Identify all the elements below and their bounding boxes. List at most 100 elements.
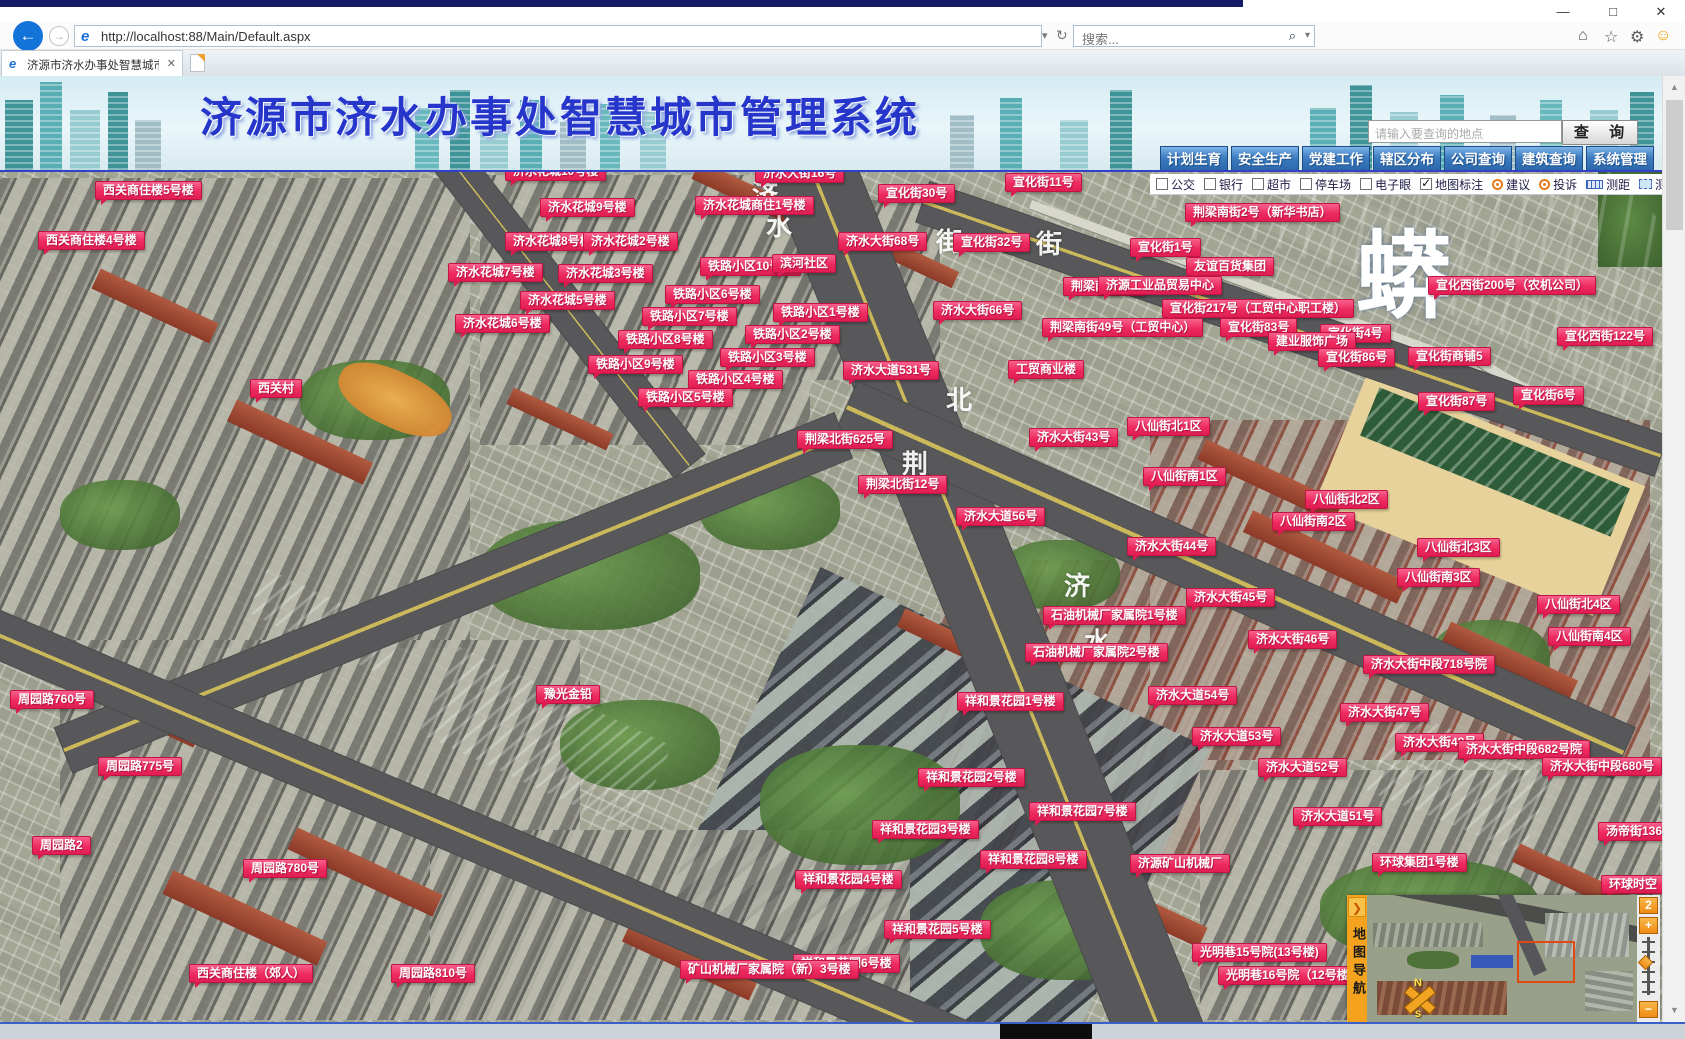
map-label[interactable]: 济水大道56号 — [956, 507, 1045, 526]
map-label[interactable]: 滨河社区 — [772, 254, 836, 273]
url-field[interactable]: e http://localhost:88/Main/Default.aspx — [74, 25, 1042, 47]
checkbox-icon[interactable] — [1252, 178, 1264, 190]
tab-close-icon[interactable]: ✕ — [167, 57, 176, 70]
map-label[interactable]: 宣化街商铺5 — [1408, 347, 1491, 366]
map-label[interactable]: 济水大街中段680号 — [1542, 757, 1662, 776]
map-label[interactable]: 济水大街68号 — [838, 232, 927, 251]
map-label[interactable]: 济源工业品贸易中心 — [1098, 276, 1222, 295]
map-label[interactable]: 济水大道52号 — [1258, 758, 1347, 777]
minimize-button[interactable]: — — [1548, 3, 1578, 20]
tool-action-建议[interactable]: 建议 — [1492, 176, 1530, 193]
gear-icon[interactable]: ⚙ — [1630, 27, 1644, 47]
map-label[interactable]: 石油机械厂家属院1号楼 — [1043, 606, 1186, 625]
map-label[interactable]: 宣化街30号 — [878, 184, 955, 203]
forward-button[interactable]: → — [49, 26, 69, 46]
map-label[interactable]: 豫光金铅 — [536, 685, 600, 704]
map-label[interactable]: 西关商住楼4号楼 — [38, 231, 145, 250]
map-label[interactable]: 汤帝街136号 — [1598, 822, 1662, 841]
map-label[interactable]: 宣化街6号 — [1513, 386, 1584, 405]
checkbox-icon[interactable] — [1420, 178, 1432, 190]
layer-checkbox-item[interactable]: 停车场 — [1300, 176, 1351, 193]
map-label[interactable]: 西关商住楼（郊人） — [189, 964, 313, 983]
home-icon[interactable]: ⌂ — [1578, 27, 1588, 45]
map-label[interactable]: 祥和景花园8号楼 — [980, 850, 1087, 869]
place-search-button[interactable]: 查 询 — [1562, 120, 1638, 145]
map-label[interactable]: 铁路小区8号楼 — [618, 330, 713, 349]
search-dropdown-icon[interactable]: ▾ — [1305, 30, 1310, 41]
map-label[interactable]: 宣化街11号 — [1005, 173, 1082, 192]
map-label[interactable]: 八仙街北4区 — [1537, 595, 1620, 614]
active-tab[interactable]: e 济源市济水办事处智慧城市... ✕ — [1, 50, 183, 76]
refresh-icon[interactable]: ↻ — [1056, 27, 1068, 44]
map-label[interactable]: 西关商住楼5号楼 — [95, 181, 202, 200]
map-label[interactable]: 济水大街45号 — [1186, 588, 1275, 607]
smiley-feedback-icon[interactable]: ☺ — [1655, 27, 1671, 45]
nav-tab-2[interactable]: 安全生产 — [1231, 146, 1299, 172]
map-label[interactable]: 宣化街87号 — [1418, 392, 1495, 411]
layer-checkbox-item[interactable]: 银行 — [1204, 176, 1243, 193]
nav-tab-5[interactable]: 公司查询 — [1444, 146, 1512, 172]
map-label[interactable]: 济水大道53号 — [1192, 727, 1281, 746]
map-label[interactable]: 济水花城10号楼 — [505, 172, 606, 181]
map-label[interactable]: 西关村 — [250, 379, 302, 398]
map-label[interactable]: 友谊百货集团 — [1186, 257, 1274, 276]
map-label[interactable]: 宣化街217号（工贸中心职工楼） — [1162, 299, 1354, 318]
map-label[interactable]: 济水大街43号 — [1029, 428, 1118, 447]
nav-tab-1[interactable]: 计划生育 — [1160, 146, 1228, 172]
map-label[interactable]: 铁路小区5号楼 — [638, 388, 733, 407]
tool-action-投诉[interactable]: 投诉 — [1539, 176, 1577, 193]
map-label[interactable]: 荆梁北街625号 — [797, 430, 893, 449]
map-label[interactable]: 宣化街1号 — [1130, 238, 1201, 257]
map-label[interactable]: 济水花城7号楼 — [448, 263, 543, 282]
map-label[interactable]: 八仙街北1区 — [1127, 417, 1210, 436]
map-label[interactable]: 八仙街北3区 — [1417, 538, 1500, 557]
map-label[interactable]: 周园路2 — [32, 836, 91, 855]
layer-checkbox-item[interactable]: 公交 — [1156, 176, 1195, 193]
map-label[interactable]: 荆梁南街49号（工贸中心） — [1042, 318, 1203, 337]
nav-tab-3[interactable]: 党建工作 — [1302, 146, 1370, 172]
map-label[interactable]: 环球时空 — [1601, 875, 1662, 894]
map-label[interactable]: 济水大道51号 — [1293, 807, 1382, 826]
scrollbar-down-icon[interactable]: ▼ — [1665, 1001, 1684, 1019]
minimap-zoom-slider-handle[interactable] — [1638, 955, 1654, 971]
map-label[interactable]: 济水花城5号楼 — [520, 291, 615, 310]
tool-action-测距[interactable]: 测距 — [1586, 176, 1630, 193]
map-label[interactable]: 八仙街北2区 — [1305, 490, 1388, 509]
map-label[interactable]: 八仙街南2区 — [1272, 512, 1355, 531]
map-label[interactable]: 石油机械厂家属院2号楼 — [1025, 643, 1168, 662]
map-label[interactable]: 济水大道531号 — [843, 361, 939, 380]
map-label[interactable]: 铁路小区7号楼 — [642, 307, 737, 326]
layer-checkbox-item[interactable]: 超市 — [1252, 176, 1291, 193]
map-label[interactable]: 济源矿山机械厂 — [1130, 854, 1230, 873]
map-label[interactable]: 铁路小区4号楼 — [688, 370, 783, 389]
map-label[interactable]: 矿山机械厂家属院（新）3号楼 — [680, 960, 859, 979]
scrollbar-up-icon[interactable]: ▲ — [1665, 78, 1684, 96]
map-label[interactable]: 宣化街32号 — [953, 233, 1030, 252]
minimap-zoom-out-button[interactable]: − — [1639, 1001, 1658, 1018]
map-label[interactable]: 荆梁北街12号 — [858, 475, 947, 494]
map-label[interactable]: 铁路小区2号楼 — [745, 325, 840, 344]
new-tab-button[interactable] — [190, 54, 205, 72]
nav-tab-6[interactable]: 建筑查询 — [1515, 146, 1583, 172]
map-label[interactable]: 济水大街16号 — [755, 172, 844, 183]
map-label[interactable]: 祥和景花园5号楼 — [884, 920, 991, 939]
map-label[interactable]: 光明巷15号院(13号楼) — [1192, 943, 1327, 962]
map-label[interactable]: 工贸商业楼 — [1008, 360, 1084, 379]
nav-tab-4[interactable]: 辖区分布 — [1373, 146, 1441, 172]
map-label[interactable]: 祥和景花园4号楼 — [795, 870, 902, 889]
map-label[interactable]: 济水花城9号楼 — [540, 198, 635, 217]
map-label[interactable]: 周园路780号 — [243, 859, 327, 878]
close-button[interactable]: ✕ — [1646, 3, 1676, 20]
map-label[interactable]: 祥和景花园1号楼 — [957, 692, 1064, 711]
map-label[interactable]: 祥和景花园3号楼 — [872, 820, 979, 839]
map-label[interactable]: 济水大道54号 — [1148, 686, 1237, 705]
minimap-collapse-arrow-icon[interactable]: ❯ — [1348, 897, 1366, 917]
map-label[interactable]: 周园路775号 — [98, 757, 182, 776]
checkbox-icon[interactable] — [1360, 178, 1372, 190]
checkbox-icon[interactable] — [1204, 178, 1216, 190]
map-label[interactable]: 宣化街86号 — [1318, 348, 1395, 367]
minimap-image[interactable]: N S — [1367, 895, 1637, 1022]
map-label[interactable]: 济水花城商住1号楼 — [695, 196, 814, 215]
checkbox-icon[interactable] — [1300, 178, 1312, 190]
search-magnifier-icon[interactable]: ⌕ — [1289, 28, 1296, 44]
